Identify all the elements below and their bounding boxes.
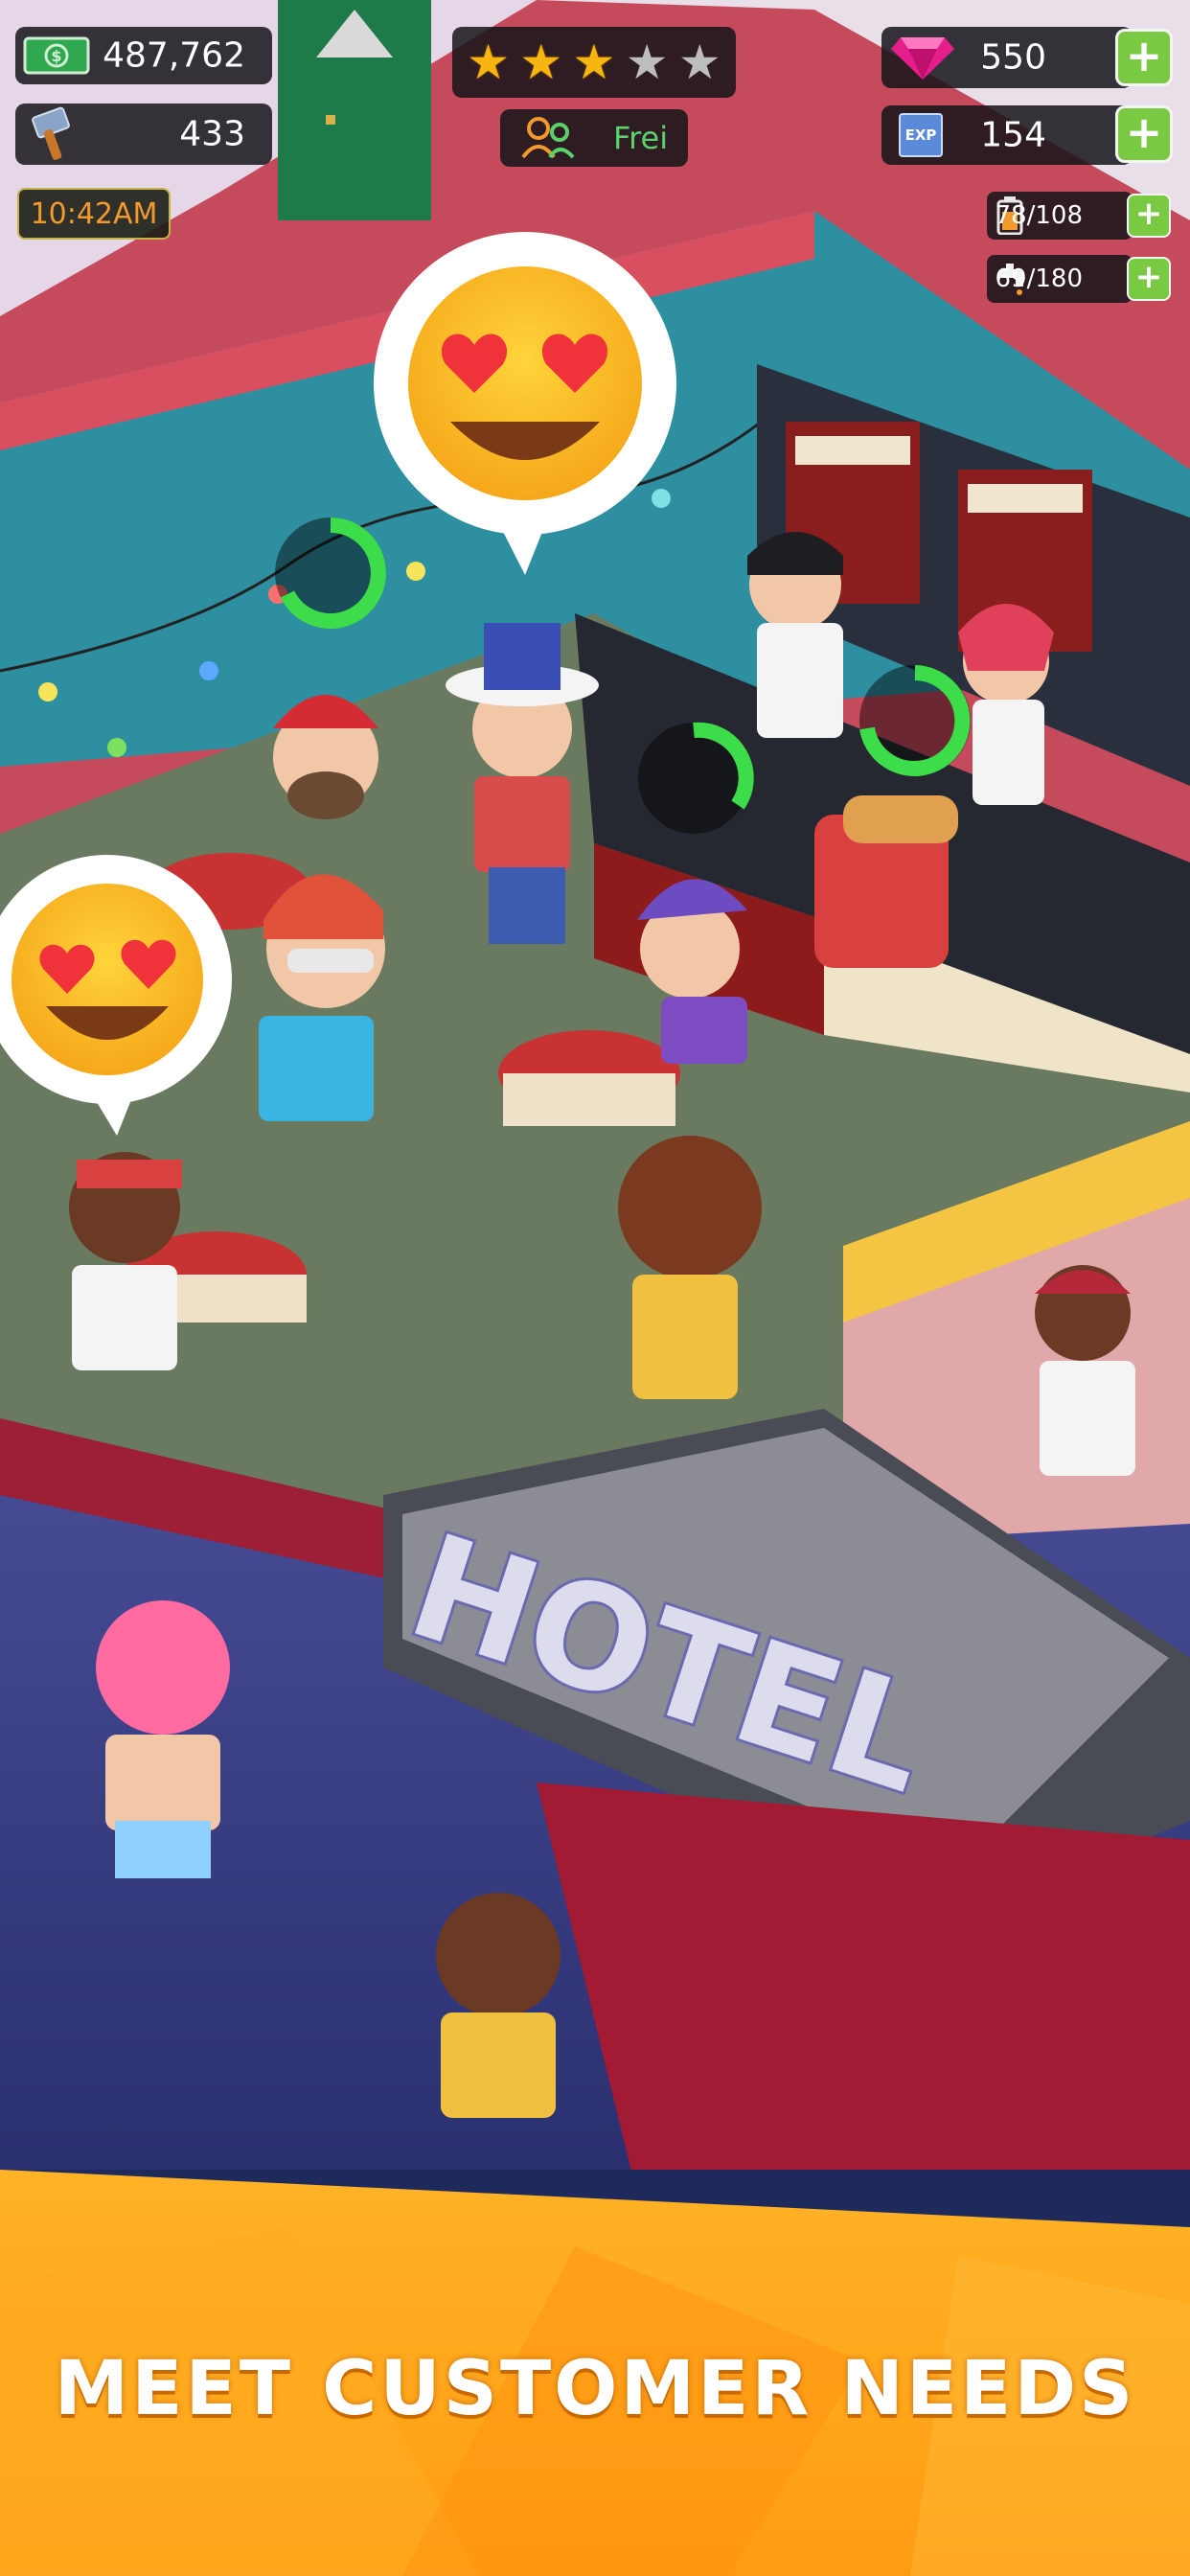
- star-icon: ★: [519, 35, 563, 89]
- pink-hair-guest: [96, 1600, 230, 1878]
- hammers-value: 433: [179, 114, 245, 154]
- gems-value: 550: [980, 37, 1046, 78]
- staff-status-text: Frei: [613, 120, 669, 156]
- water-panel: 69/180: [987, 255, 1133, 303]
- game-clock: 10:42AM: [17, 188, 171, 240]
- cap-guest: [273, 695, 378, 819]
- staff-status-button[interactable]: Frei: [500, 109, 688, 167]
- star-icon: ★: [625, 35, 669, 89]
- hammer-icon: [32, 106, 70, 160]
- progress-ring-icon: [638, 722, 754, 834]
- add-gems-button[interactable]: +: [1115, 29, 1173, 86]
- receptionist-guest: [1035, 1265, 1135, 1476]
- svg-text:$: $: [51, 47, 61, 65]
- exp-icon-label: EXP: [904, 126, 937, 144]
- supplies-panel: 78/108: [987, 192, 1133, 240]
- water-value: 69/180: [995, 264, 1083, 293]
- star-icon: ★: [677, 35, 721, 89]
- gem-icon: [891, 37, 954, 80]
- plus-icon: +: [1134, 258, 1163, 296]
- exp-book-icon: EXP: [899, 113, 943, 157]
- plus-icon: +: [1134, 195, 1163, 233]
- star-icon: ★: [467, 35, 510, 89]
- backpack-luggage: [814, 795, 958, 968]
- cash-value: 487,762: [103, 35, 245, 76]
- exp-panel: EXP 154: [881, 105, 1133, 165]
- add-exp-button[interactable]: +: [1115, 105, 1173, 163]
- banner-headline: MEET CUSTOMER NEEDS: [54, 2346, 1136, 2432]
- hammers-panel: 433: [15, 104, 272, 165]
- exp-value: 154: [980, 115, 1046, 155]
- plus-icon: +: [1125, 30, 1163, 81]
- gems-panel: 550: [881, 27, 1133, 88]
- hotel-rating-stars[interactable]: ★ ★ ★ ★ ★: [452, 27, 736, 98]
- cash-icon: $: [23, 36, 90, 75]
- staff-icon: [521, 117, 575, 159]
- progress-ring-icon: [275, 518, 386, 629]
- star-icon: ★: [572, 35, 616, 89]
- add-water-button[interactable]: +: [1127, 257, 1171, 301]
- cash-panel: $ 487,762: [15, 27, 272, 84]
- supplies-value: 78/108: [995, 201, 1083, 230]
- progress-ring-icon: [859, 665, 971, 776]
- plus-icon: +: [1125, 106, 1163, 158]
- bartender-character: [747, 532, 843, 738]
- add-supplies-button[interactable]: +: [1127, 194, 1171, 238]
